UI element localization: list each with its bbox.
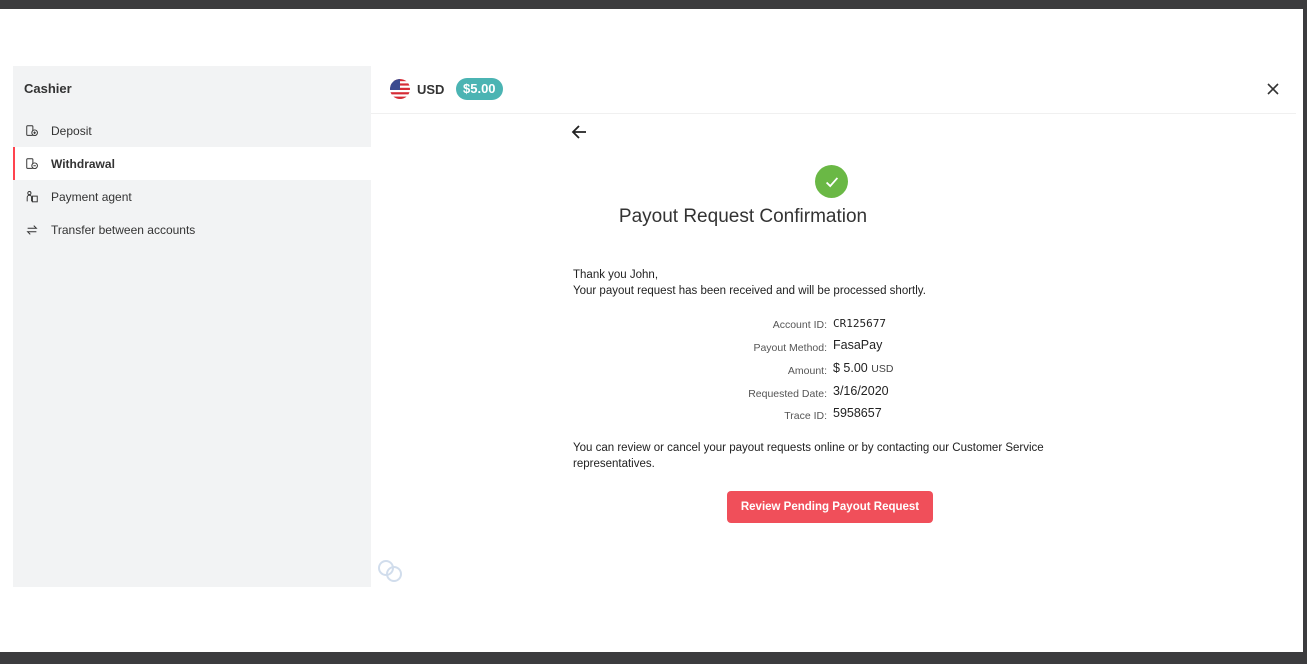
deposit-icon: [24, 123, 40, 139]
sidebar-item-withdrawal[interactable]: Withdrawal: [13, 147, 371, 180]
greeting-text: Thank you John,: [573, 269, 659, 281]
detail-value-amount: $ 5.00 USD: [833, 361, 893, 375]
currency-code: USD: [417, 82, 445, 97]
amount-unit: USD: [871, 363, 894, 375]
watermark-icon: [375, 557, 405, 585]
back-button[interactable]: [569, 122, 589, 142]
amount-value: $ 5.00: [833, 361, 868, 375]
detail-label: Requested Date:: [748, 388, 827, 400]
sidebar-item-deposit[interactable]: Deposit: [13, 114, 371, 147]
detail-row-account-id: Account ID: CR125677: [573, 315, 1093, 335]
cashier-sidebar: Cashier Deposit Withdrawal Payment agent…: [13, 66, 371, 587]
transfer-icon: [24, 222, 40, 238]
sidebar-item-label: Withdrawal: [51, 156, 115, 171]
close-icon: [1267, 83, 1279, 95]
review-note: You can review or cancel your payout req…: [573, 442, 1044, 470]
withdrawal-icon: [24, 156, 40, 172]
sidebar-item-label: Transfer between accounts: [51, 222, 196, 237]
detail-label: Trace ID:: [784, 410, 827, 422]
detail-row-requested-date: Requested Date: 3/16/2020: [573, 384, 1093, 404]
sidebar-item-payment-agent[interactable]: Payment agent: [13, 180, 371, 213]
page-title: Payout Request Confirmation: [618, 206, 868, 227]
close-button[interactable]: [1264, 80, 1282, 98]
window-right-edge: [1303, 0, 1307, 664]
balance-badge: $5.00: [456, 78, 503, 100]
us-flag-icon: [390, 79, 410, 99]
detail-row-payout-method: Payout Method: FasaPay: [573, 338, 1093, 358]
confirmation-message: Thank you John, Your payout request has …: [573, 267, 926, 299]
sidebar-item-label: Deposit: [51, 123, 92, 138]
detail-row-trace-id: Trace ID: 5958657: [573, 406, 1093, 426]
sidebar-item-transfer[interactable]: Transfer between accounts: [13, 213, 371, 246]
processing-text: Your payout request has been received an…: [573, 285, 926, 297]
payment-agent-icon: [24, 189, 40, 205]
arrow-left-icon: [571, 125, 586, 139]
detail-value: 5958657: [833, 406, 882, 420]
window-top-bar: [0, 0, 1307, 9]
detail-value: 3/16/2020: [833, 384, 889, 398]
detail-row-amount: Amount: $ 5.00 USD: [573, 361, 1093, 381]
detail-label: Amount:: [787, 365, 827, 377]
cashier-header: USD $5.00: [371, 66, 1296, 114]
success-check-icon: [815, 165, 848, 198]
detail-value: CR125677: [833, 317, 886, 330]
detail-label: Account ID:: [772, 319, 827, 331]
detail-value: FasaPay: [833, 338, 883, 352]
review-pending-button[interactable]: Review Pending Payout Request: [727, 491, 933, 523]
sidebar-item-label: Payment agent: [51, 189, 132, 204]
sidebar-title: Cashier: [24, 81, 72, 96]
window-bottom-bar: [0, 652, 1307, 664]
detail-label: Payout Method:: [753, 342, 827, 354]
